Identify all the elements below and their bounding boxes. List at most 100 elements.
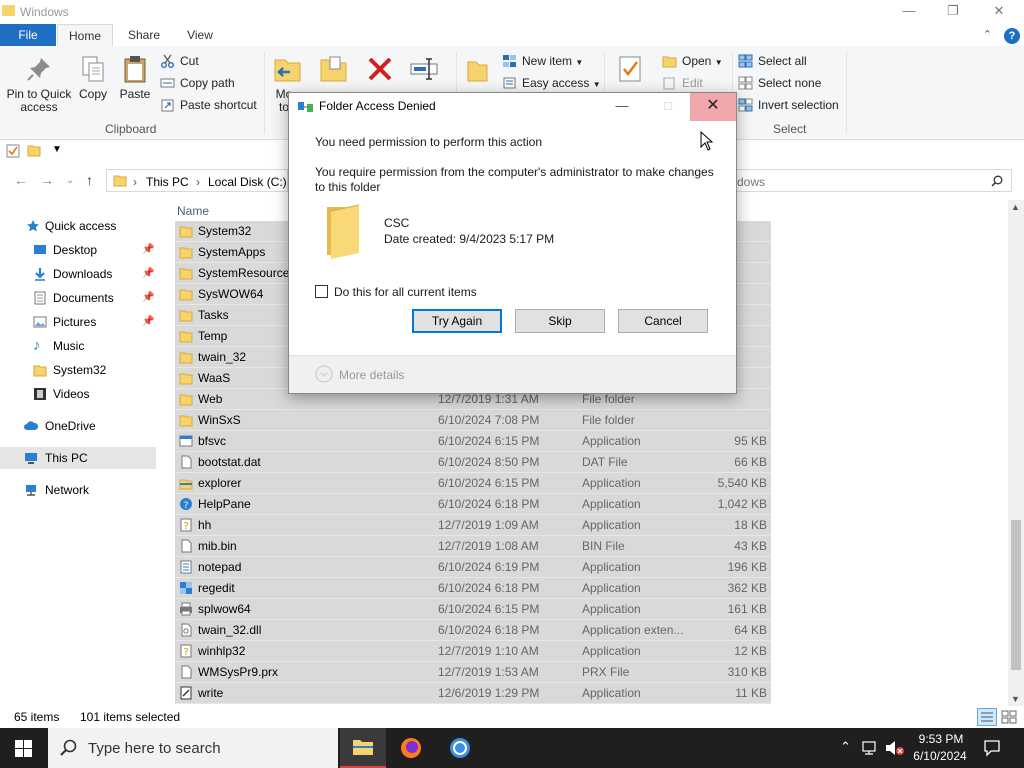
nav-documents[interactable]: Documents 📌 [0,287,156,309]
breadcrumb-local-disk[interactable]: Local Disk (C:) [208,175,287,189]
table-row[interactable]: ? winhlp32 12/7/2019 1:10 AM Application 12 … [175,641,771,662]
dialog-close-button[interactable]: ✕ [690,93,736,121]
browser-taskbar-button[interactable] [437,728,483,768]
address-bar[interactable]: › This PC › Local Disk (C:) [106,169,288,192]
select-none-button[interactable]: Select none [738,74,821,92]
table-row[interactable]: regedit 6/10/2024 6:18 PM Application 362 K… [175,578,771,599]
edit-button[interactable]: Edit [662,74,703,92]
table-row[interactable]: bfsvc 6/10/2024 6:15 PM Application 95 KB [175,431,771,452]
table-row[interactable]: twain_32.dll 6/10/2024 6:18 PM Application… [175,620,771,641]
file-type: Application [582,644,641,658]
nav-downloads[interactable]: Downloads 📌 [0,263,156,285]
nav-system32[interactable]: System32 [0,359,156,381]
forward-arrow-icon[interactable]: → [40,172,54,188]
tab-share[interactable]: Share [116,24,172,47]
table-row[interactable]: WMSysPr9.prx 12/7/2019 1:53 AM PRX File 310… [175,662,771,683]
selected-count: 101 items selected [80,710,181,724]
nav-network[interactable]: Network [0,479,156,501]
customize-toolbar-icon[interactable]: ▼ [52,144,62,155]
search-icon[interactable] [991,175,1003,187]
copy-button[interactable]: Copy [76,54,110,101]
easy-access-button[interactable]: Easy access ▼ [502,74,601,92]
maximize-button[interactable]: ❐ [930,0,976,24]
delete-button[interactable] [364,54,396,88]
chevron-down-circle-icon[interactable] [315,365,333,383]
minimize-button[interactable]: — [886,0,932,24]
notification-icon[interactable] [983,739,1001,757]
cancel-button[interactable]: Cancel [618,309,708,333]
tab-home[interactable]: Home [57,24,113,47]
scrollbar-thumb[interactable] [1011,520,1021,670]
apply-to-all-label[interactable]: Do this for all current items [334,285,477,300]
table-row[interactable]: splwow64 6/10/2024 6:15 PM Application 161 … [175,599,771,620]
nav-pictures-label: Pictures [53,315,97,329]
title-bar: Windows — ❐ ✕ [0,0,1024,24]
clock-date[interactable]: 6/10/2024 [910,749,970,768]
new-folder-button[interactable] [462,54,492,88]
rename-button[interactable] [408,54,440,88]
firefox-taskbar-button[interactable] [388,728,434,768]
table-row[interactable]: explorer 6/10/2024 6:15 PM Application 5,54… [175,473,771,494]
nav-quick-access[interactable]: Quick access [0,215,156,237]
file-name: twain_32 [198,350,247,364]
invert-selection-button[interactable]: Invert selection [738,96,839,114]
copy-to-button[interactable] [316,54,350,88]
scroll-down-icon[interactable]: ▼ [1011,694,1020,704]
skip-button[interactable]: Skip [515,309,605,333]
pin-icon[interactable]: 📌 [142,239,154,261]
up-arrow-icon[interactable]: ↑ [86,172,93,188]
tab-file[interactable]: File [0,24,56,47]
cut-button[interactable]: Cut [160,52,199,70]
properties-button[interactable] [614,54,646,88]
open-button[interactable]: Open ▼ [662,52,723,70]
pin-to-quick-access-button[interactable]: Pin to Quick access [4,54,74,114]
windows-start-icon[interactable] [15,740,32,757]
new-folder-small-icon[interactable] [27,144,41,157]
nav-music[interactable]: ♪ Music [0,335,156,357]
volume-muted-icon[interactable] [885,740,905,756]
network-status-icon[interactable] [862,740,880,756]
select-all-button[interactable]: Select all [738,52,807,70]
file-explorer-taskbar-button[interactable] [340,728,386,768]
pin-icon[interactable]: 📌 [142,287,154,309]
show-hidden-icons-icon[interactable]: ⌃ [840,739,851,768]
copy-path-button[interactable]: Copy path [160,74,235,92]
scroll-up-icon[interactable]: ▲ [1011,202,1020,212]
chevron-up-icon[interactable]: ⌃ [983,28,992,41]
back-arrow-icon[interactable]: ← [14,172,28,188]
nav-pictures[interactable]: Pictures 📌 [0,311,156,333]
nav-desktop[interactable]: Desktop 📌 [0,239,156,261]
try-again-button[interactable]: Try Again [412,309,502,333]
table-row[interactable]: bootstat.dat 6/10/2024 8:50 PM DAT File 66 … [175,452,771,473]
apply-to-all-checkbox[interactable] [315,285,328,298]
table-row[interactable]: ? HelpPane 6/10/2024 6:18 PM Application 1,0… [175,494,771,515]
pin-icon[interactable]: 📌 [142,311,154,333]
table-row[interactable]: notepad 6/10/2024 6:19 PM Application 196 K… [175,557,771,578]
more-details-link[interactable]: More details [339,368,404,382]
table-row[interactable]: mib.bin 12/7/2019 1:08 AM BIN File 43 KB [175,536,771,557]
column-header-name[interactable]: Name [177,204,209,218]
taskbar-search-input[interactable]: Type here to search [48,728,338,768]
nav-videos[interactable]: Videos [0,383,156,405]
table-row[interactable]: ? hh 12/7/2019 1:09 AM Application 18 KB [175,515,771,536]
vertical-scrollbar[interactable]: ▲ ▼ [1008,200,1024,706]
new-item-button[interactable]: New item ▼ [502,52,583,70]
pin-icon[interactable]: 📌 [142,263,154,285]
recent-dropdown-icon[interactable]: ⌄ [66,175,74,186]
nav-onedrive[interactable]: OneDrive [0,415,156,437]
table-row[interactable]: write 12/6/2019 1:29 PM Application 11 KB [175,683,771,704]
properties-small-icon[interactable] [6,144,20,158]
close-button[interactable]: ✕ [976,0,1022,24]
dialog-minimize-button[interactable]: — [599,93,645,121]
details-view-icon[interactable] [977,708,997,726]
paste-button[interactable]: Paste [117,54,153,101]
search-input[interactable]: dows [736,169,1012,192]
large-icons-view-icon[interactable] [1001,710,1017,724]
table-row[interactable]: WinSxS 6/10/2024 7:08 PM File folder [175,410,771,431]
nav-this-pc[interactable]: This PC [0,447,156,469]
breadcrumb-this-pc[interactable]: This PC [146,175,189,189]
paste-shortcut-button[interactable]: Paste shortcut [160,96,257,114]
dialog-maximize-button[interactable]: □ [645,93,691,121]
tab-view[interactable]: View [172,24,228,47]
help-icon[interactable]: ? [1004,28,1020,44]
